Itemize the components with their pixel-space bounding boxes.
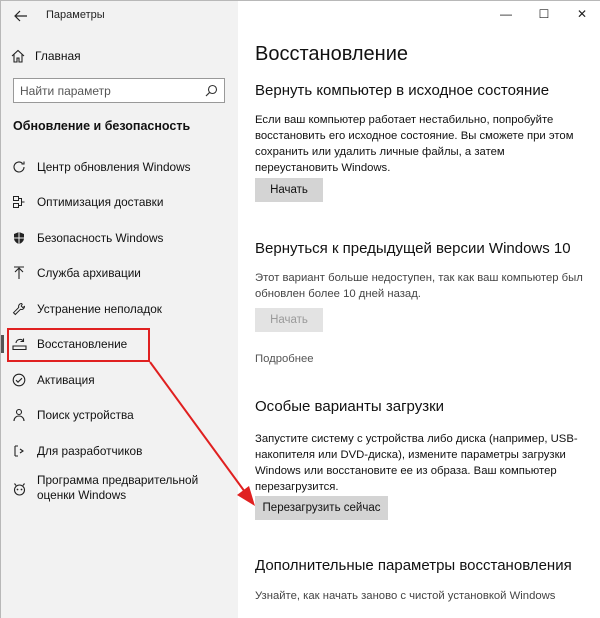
sidebar-item-label: Поиск устройства: [37, 407, 134, 422]
sidebar-item-activation[interactable]: Активация: [1, 364, 238, 396]
sidebar-item-troubleshoot[interactable]: Устранение неполадок: [1, 293, 238, 325]
sidebar-item-find-device[interactable]: Поиск устройства: [1, 399, 238, 431]
delivery-optimization-icon: [11, 194, 27, 210]
learn-more-link[interactable]: Подробнее: [255, 353, 314, 365]
section-title: Обновление и безопасность: [13, 119, 191, 133]
sidebar-item-windows-update[interactable]: Центр обновления Windows: [1, 151, 238, 183]
insider-icon: [11, 481, 27, 497]
rollback-description: Этот вариант больше недоступен, так как …: [255, 272, 583, 300]
minimize-button[interactable]: —: [487, 1, 525, 27]
maximize-icon: ☐: [538, 7, 550, 21]
check-circle-icon: [11, 372, 27, 388]
search-box[interactable]: [13, 78, 225, 103]
shield-icon: [11, 230, 27, 246]
reset-start-button[interactable]: Начать: [255, 178, 323, 202]
restart-now-button[interactable]: Перезагрузить сейчас: [255, 496, 388, 520]
sidebar-item-label: Безопасность Windows: [37, 230, 164, 245]
annotation-highlight-box: [7, 328, 150, 362]
wrench-icon: [11, 301, 27, 317]
sidebar-item-developers[interactable]: Для разработчиков: [1, 435, 238, 467]
refresh-icon: [11, 159, 27, 175]
sidebar-item-backup[interactable]: Служба архивации: [1, 257, 238, 289]
reset-heading: Вернуть компьютер в исходное состояние: [255, 82, 550, 99]
developer-icon: [11, 443, 27, 459]
sidebar-item-label: Устранение неполадок: [37, 301, 162, 316]
main-pane: — ☐ ✕ Восстановление Вернуть компьютер в…: [238, 1, 600, 618]
window-controls: — ☐ ✕: [487, 1, 600, 27]
page-title: Восстановление: [255, 43, 408, 65]
active-indicator: [1, 335, 4, 353]
sidebar-item-label: Для разработчиков: [37, 443, 143, 458]
home-icon: [9, 48, 27, 64]
back-arrow-icon: [14, 10, 27, 22]
close-icon: ✕: [576, 7, 588, 21]
sidebar: Параметры Главная Обновление и безопасно…: [1, 1, 238, 618]
app-title: Параметры: [46, 9, 105, 21]
search-icon[interactable]: [204, 84, 218, 98]
sidebar-item-label: Служба архивации: [37, 265, 141, 280]
sidebar-item-label: Активация: [37, 372, 95, 387]
sidebar-item-label: Оптимизация доставки: [37, 194, 164, 209]
maximize-button[interactable]: ☐: [525, 1, 563, 27]
rollback-heading: Вернуться к предыдущей версии Windows 10: [255, 240, 571, 257]
home-link[interactable]: Главная: [9, 45, 229, 67]
sidebar-item-windows-security[interactable]: Безопасность Windows: [1, 222, 238, 254]
sidebar-item-label: Центр обновления Windows: [37, 159, 191, 174]
advanced-startup-description: Запустите систему с устройства либо диск…: [255, 433, 578, 493]
home-label: Главная: [35, 49, 81, 63]
sidebar-item-insider[interactable]: Программа предварительной оценки Windows: [1, 471, 238, 507]
close-button[interactable]: ✕: [563, 1, 600, 27]
rollback-start-button: Начать: [255, 308, 323, 332]
title-bar: Параметры: [1, 1, 238, 31]
more-options-link[interactable]: Узнайте, как начать заново с чистой уста…: [255, 588, 585, 604]
settings-window: Параметры Главная Обновление и безопасно…: [0, 0, 600, 618]
sidebar-item-delivery-optimization[interactable]: Оптимизация доставки: [1, 186, 238, 218]
more-options-heading: Дополнительные параметры восстановления: [255, 557, 572, 574]
advanced-startup-heading: Особые варианты загрузки: [255, 398, 445, 415]
back-button[interactable]: [11, 6, 31, 26]
search-input[interactable]: [20, 83, 204, 98]
person-location-icon: [11, 407, 27, 423]
reset-description: Если ваш компьютер работает нестабильно,…: [255, 114, 574, 174]
sidebar-item-label: Программа предварительной оценки Windows: [37, 473, 199, 502]
backup-arrow-icon: [11, 265, 27, 281]
minimize-icon: —: [500, 7, 512, 21]
